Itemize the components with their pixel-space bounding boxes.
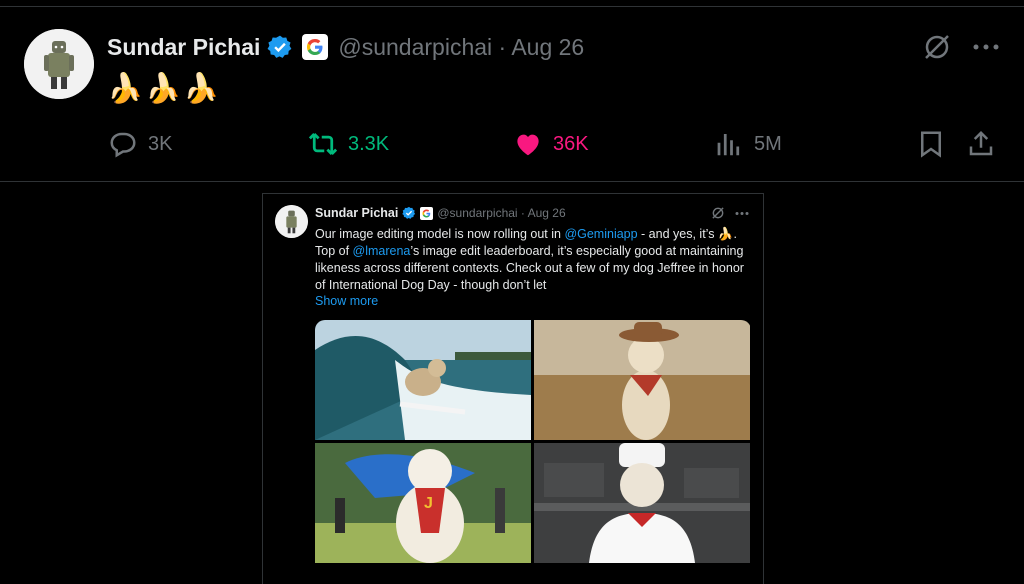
mention-link-geminiapp[interactable]: @Geminiapp xyxy=(564,227,637,241)
more-icon[interactable] xyxy=(735,211,749,216)
share-button[interactable] xyxy=(966,126,1006,162)
retweet-icon xyxy=(308,133,338,155)
verified-badge-icon[interactable] xyxy=(267,34,293,60)
dog-surfing-photo[interactable] xyxy=(315,320,531,440)
tweet-top-icons xyxy=(922,32,1000,62)
quoted-top-icons xyxy=(711,206,749,220)
tweet-text: 🍌🍌🍌 xyxy=(107,73,222,105)
views-icon xyxy=(717,134,740,156)
reply-count: 3K xyxy=(148,132,173,155)
top-divider xyxy=(0,6,1024,7)
views-count: 5M xyxy=(754,132,782,155)
dog-chef-photo[interactable] xyxy=(534,443,750,563)
mention-link-lmarena[interactable]: @lmarena xyxy=(353,244,411,258)
google-g-logo-icon xyxy=(420,206,434,220)
bookmark-button[interactable] xyxy=(916,126,956,162)
tweet-header: Sundar Pichai @sundarpichai · Aug 26 xyxy=(107,30,584,64)
reply-button[interactable]: 3K xyxy=(108,126,172,162)
show-more-link[interactable]: Show more xyxy=(315,294,378,308)
verified-badge-icon xyxy=(402,206,416,219)
grok-icon[interactable] xyxy=(922,32,952,62)
tweet-action-bar: 3K 3.3K 36K 5M xyxy=(108,126,1000,162)
google-g-logo-icon[interactable] xyxy=(302,34,329,60)
share-icon xyxy=(969,130,993,156)
author-name[interactable]: Sundar Pichai xyxy=(107,34,260,61)
views-button[interactable]: 5M xyxy=(714,126,782,162)
quoted-author-handle-date[interactable]: @sundarpichai · Aug 26 xyxy=(437,206,565,220)
dog-superhero-photo[interactable]: J xyxy=(315,443,531,563)
retweet-button[interactable]: 3.3K xyxy=(308,126,389,162)
reply-icon xyxy=(110,132,136,158)
svg-text:J: J xyxy=(424,495,433,512)
more-icon[interactable] xyxy=(972,42,1000,52)
grok-icon[interactable] xyxy=(711,206,725,220)
dog-cowboy-photo[interactable] xyxy=(534,320,750,440)
author-handle-date[interactable]: @sundarpichai · Aug 26 xyxy=(338,34,584,61)
section-divider xyxy=(0,181,1024,182)
like-count: 36K xyxy=(553,132,589,155)
author-avatar[interactable] xyxy=(24,29,94,99)
bookmark-icon xyxy=(921,131,941,158)
quoted-tweet-text: Our image editing model is now rolling o… xyxy=(315,226,750,294)
heart-icon xyxy=(517,134,539,156)
quoted-author-name[interactable]: Sundar Pichai xyxy=(315,206,398,220)
retweet-count: 3.3K xyxy=(348,132,390,155)
quoted-tweet-header: Sundar Pichai @sundarpichai · Aug 26 xyxy=(315,206,566,220)
quoted-text-part: Our image editing model is now rolling o… xyxy=(315,227,565,241)
like-button[interactable]: 36K xyxy=(513,126,589,162)
embedded-tweet-card[interactable]: Sundar Pichai @sundarpichai · Aug 26 Our… xyxy=(262,193,764,584)
photo-grid: J xyxy=(315,320,751,584)
quoted-author-avatar[interactable] xyxy=(275,205,308,238)
